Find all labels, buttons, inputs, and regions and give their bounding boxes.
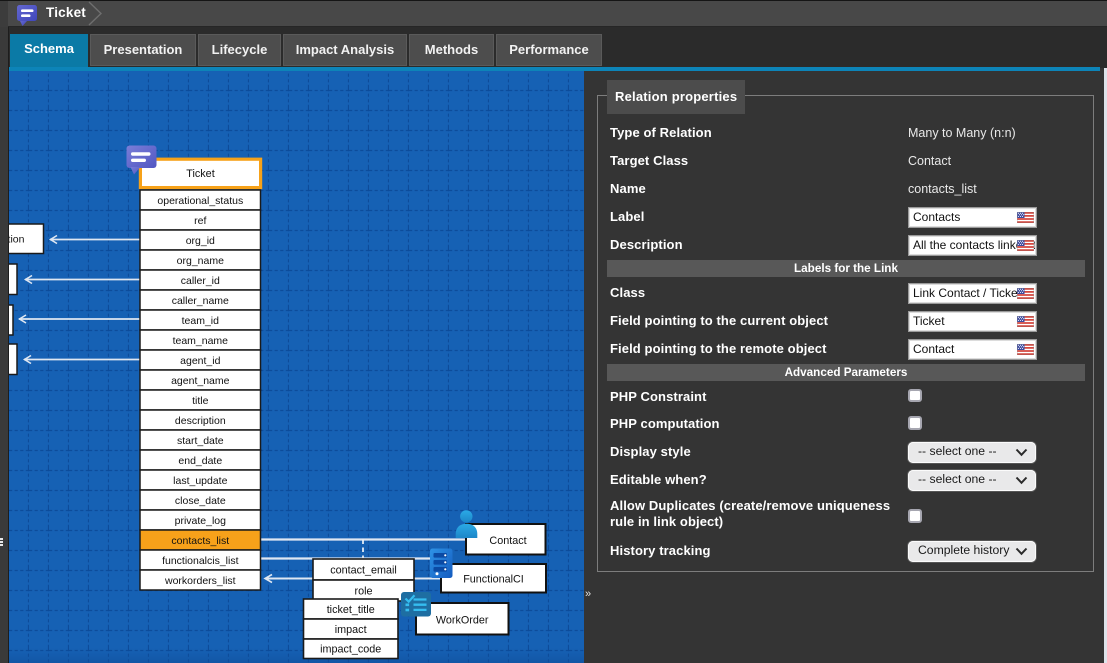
svg-text:last_update: last_update — [173, 475, 227, 487]
svg-text:agent_id: agent_id — [180, 355, 220, 367]
svg-text:start_date: start_date — [177, 435, 224, 447]
svg-text:FunctionalCI: FunctionalCI — [463, 574, 524, 586]
svg-text:ticket_title: ticket_title — [327, 604, 375, 616]
svg-text:end_date: end_date — [178, 455, 222, 467]
svg-text:caller_id: caller_id — [181, 275, 220, 287]
svg-text:team_id: team_id — [182, 315, 220, 327]
svg-text:caller_name: caller_name — [172, 295, 229, 307]
svg-text:close_date: close_date — [175, 495, 226, 507]
svg-text:ref: ref — [194, 215, 206, 227]
svg-text:impact_code: impact_code — [320, 644, 381, 656]
svg-text:contact_email: contact_email — [330, 565, 397, 577]
svg-text:team_name: team_name — [173, 335, 229, 347]
svg-text:contacts_list: contacts_list — [171, 535, 229, 547]
svg-text:Organization: Organization — [9, 234, 25, 246]
svg-text:functionalcis_list: functionalcis_list — [162, 555, 239, 567]
svg-text:org_id: org_id — [186, 235, 215, 247]
svg-text:private_log: private_log — [175, 515, 227, 527]
svg-text:role: role — [354, 586, 372, 598]
svg-text:title: title — [192, 395, 209, 407]
svg-text:description: description — [175, 415, 226, 427]
svg-text:agent_name: agent_name — [171, 375, 230, 387]
svg-text:impact: impact — [335, 624, 367, 636]
svg-text:workorders_list: workorders_list — [164, 575, 236, 587]
svg-text:org_name: org_name — [177, 255, 224, 267]
svg-text:Contact: Contact — [489, 535, 526, 547]
svg-text:Ticket: Ticket — [186, 168, 214, 180]
svg-text:WorkOrder: WorkOrder — [436, 615, 489, 627]
svg-text:operational_status: operational_status — [157, 195, 243, 207]
